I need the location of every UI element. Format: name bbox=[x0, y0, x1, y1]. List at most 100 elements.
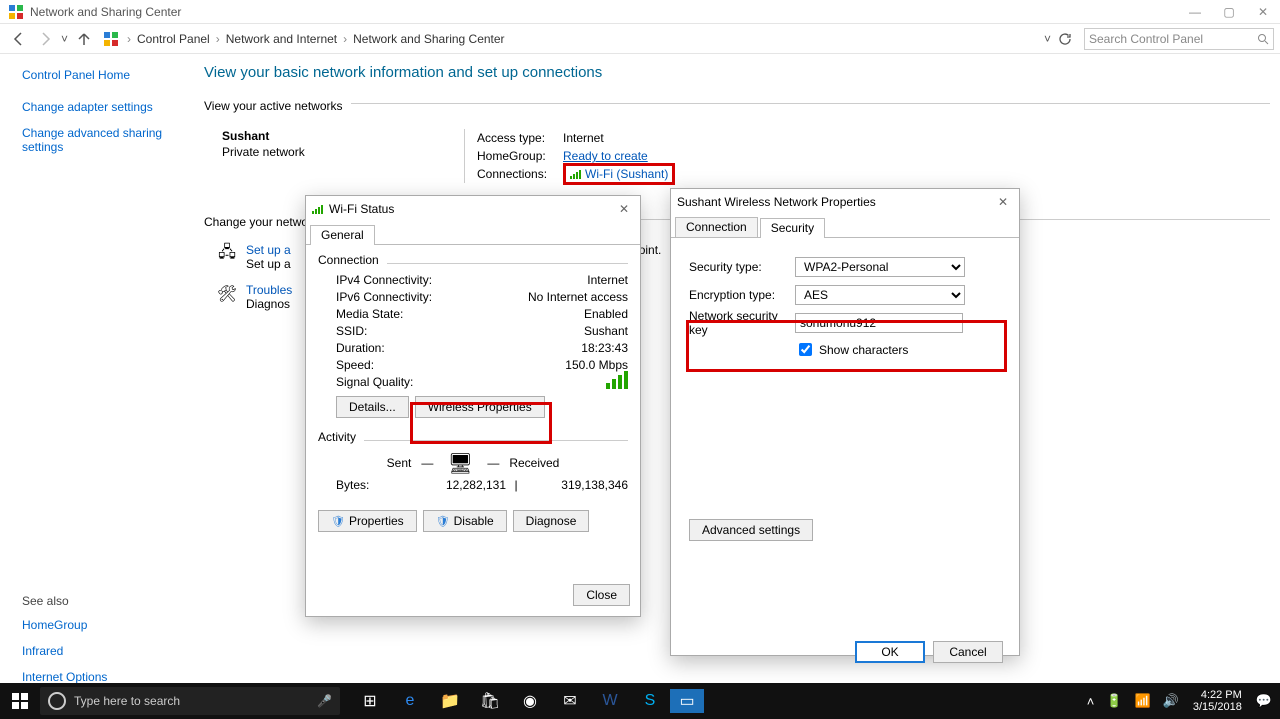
taskbar-clock[interactable]: 4:22 PM 3/15/2018 bbox=[1187, 689, 1248, 713]
input-network-key[interactable] bbox=[795, 313, 963, 333]
taskbar: Type here to search 🎤 ⊞ e 📁 🛍 ◉ ✉ W S ▭ … bbox=[0, 683, 1280, 719]
button-disable[interactable]: Disable bbox=[423, 510, 507, 532]
value-ssid: Sushant bbox=[584, 324, 628, 338]
link-homegroup-ready[interactable]: Ready to create bbox=[563, 149, 648, 163]
nav-up-button[interactable] bbox=[73, 28, 95, 50]
crumb-network-internet[interactable]: Network and Internet bbox=[222, 32, 341, 46]
search-placeholder: Search Control Panel bbox=[1089, 32, 1203, 46]
value-ipv4: Internet bbox=[587, 273, 628, 287]
button-cancel[interactable]: Cancel bbox=[933, 641, 1003, 663]
breadcrumb-sep: › bbox=[125, 32, 133, 46]
button-details[interactable]: Details... bbox=[336, 396, 409, 418]
divider: | bbox=[506, 478, 526, 492]
refresh-button[interactable] bbox=[1054, 28, 1076, 50]
wifi-status-close-icon[interactable]: ✕ bbox=[614, 199, 634, 219]
tray-battery-icon[interactable]: 🔋 bbox=[1102, 683, 1126, 719]
label-signal-quality: Signal Quality: bbox=[336, 375, 606, 389]
taskbar-explorer-icon[interactable]: 📁 bbox=[430, 683, 470, 719]
wifi-signal-icon bbox=[312, 204, 323, 214]
window-titlebar: Network and Sharing Center — ▢ ✕ bbox=[0, 0, 1280, 24]
link-setup-connection[interactable]: Set up a bbox=[246, 243, 291, 257]
select-security-type[interactable]: WPA2-Personal bbox=[795, 257, 965, 277]
breadcrumb-sep: › bbox=[214, 32, 222, 46]
link-troubleshoot[interactable]: Troubles bbox=[246, 283, 292, 297]
taskview-button[interactable]: ⊞ bbox=[350, 683, 390, 719]
maximize-button[interactable]: ▢ bbox=[1212, 0, 1246, 24]
select-encryption-type[interactable]: AES bbox=[795, 285, 965, 305]
wifi-connection-text: Wi-Fi (Sushant) bbox=[585, 167, 668, 181]
wifi-status-dialog: Wi-Fi Status ✕ General Connection IPv4 C… bbox=[305, 195, 641, 617]
taskbar-store-icon[interactable]: 🛍 bbox=[470, 683, 510, 719]
crumb-network-sharing[interactable]: Network and Sharing Center bbox=[349, 32, 508, 46]
value-speed: 150.0 Mbps bbox=[565, 358, 628, 372]
wireless-properties-title: Sushant Wireless Network Properties bbox=[677, 195, 876, 209]
taskbar-word-icon[interactable]: W bbox=[590, 683, 630, 719]
minimize-button[interactable]: — bbox=[1178, 0, 1212, 24]
taskbar-edge-icon[interactable]: e bbox=[390, 683, 430, 719]
breadcrumb-sep: › bbox=[341, 32, 349, 46]
group-connection: Connection bbox=[318, 253, 379, 267]
taskbar-search-placeholder: Type here to search bbox=[74, 694, 180, 708]
nav-history-dropdown[interactable]: ˅ bbox=[58, 32, 71, 46]
link-change-adapter[interactable]: Change adapter settings bbox=[22, 100, 180, 114]
taskbar-mail-icon[interactable]: ✉ bbox=[550, 683, 590, 719]
link-internet-options[interactable]: Internet Options bbox=[22, 670, 180, 684]
close-button[interactable]: ✕ bbox=[1246, 0, 1280, 24]
breadcrumb: › Control Panel › Network and Internet ›… bbox=[125, 32, 1041, 46]
checkbox-show-characters[interactable] bbox=[799, 343, 812, 356]
divider bbox=[364, 440, 628, 441]
taskbar-app-icon[interactable]: ▭ bbox=[670, 689, 704, 713]
taskbar-search-input[interactable]: Type here to search 🎤 bbox=[40, 687, 340, 715]
window-title: Network and Sharing Center bbox=[30, 5, 181, 19]
label-show-characters: Show characters bbox=[819, 343, 908, 357]
wireless-properties-close-icon[interactable]: ✕ bbox=[993, 192, 1013, 212]
taskbar-chrome-icon[interactable]: ◉ bbox=[510, 683, 550, 719]
link-homegroup[interactable]: HomeGroup bbox=[22, 618, 180, 632]
button-advanced-settings[interactable]: Advanced settings bbox=[689, 519, 813, 541]
button-properties[interactable]: Properties bbox=[318, 510, 417, 532]
value-ipv6: No Internet access bbox=[528, 290, 628, 304]
value-bytes-sent: 12,282,131 bbox=[416, 478, 506, 492]
tray-volume-icon[interactable]: 🔊 bbox=[1159, 683, 1183, 719]
button-close[interactable]: Close bbox=[573, 584, 630, 606]
text-fragment: oint. bbox=[639, 243, 662, 271]
address-dropdown[interactable]: ˅ bbox=[1041, 32, 1054, 46]
setup-connection-desc: Set up a bbox=[246, 257, 291, 271]
path-root-icon[interactable] bbox=[103, 31, 119, 47]
network-type: Private network bbox=[222, 145, 464, 159]
pc-activity-icon: 🖥 bbox=[443, 450, 477, 476]
tab-connection[interactable]: Connection bbox=[675, 217, 758, 237]
taskbar-skype-icon[interactable]: S bbox=[630, 683, 670, 719]
tray-chevron-up-icon[interactable]: ˄ bbox=[1083, 683, 1099, 719]
label-ipv6: IPv6 Connectivity: bbox=[336, 290, 528, 304]
nav-forward-button[interactable] bbox=[34, 28, 56, 50]
value-duration: 18:23:43 bbox=[581, 341, 628, 355]
signal-bars-icon bbox=[606, 371, 628, 389]
tray-wifi-icon[interactable]: 📶 bbox=[1131, 683, 1155, 719]
label-access-type: Access type: bbox=[477, 131, 563, 145]
start-button[interactable] bbox=[0, 683, 40, 719]
label-duration: Duration: bbox=[336, 341, 581, 355]
value-bytes-recv: 319,138,346 bbox=[526, 478, 628, 492]
link-change-advanced-sharing[interactable]: Change advanced sharing settings bbox=[22, 126, 180, 154]
wifi-signal-icon bbox=[570, 169, 581, 179]
link-cp-home[interactable]: Control Panel Home bbox=[22, 68, 180, 82]
nav-back-button[interactable] bbox=[8, 28, 30, 50]
label-security-type: Security type: bbox=[689, 260, 789, 274]
crumb-control-panel[interactable]: Control Panel bbox=[133, 32, 214, 46]
mic-icon[interactable]: 🎤 bbox=[317, 694, 332, 708]
link-wifi-connection[interactable]: Wi-Fi (Sushant) bbox=[563, 163, 675, 185]
link-infrared[interactable]: Infrared bbox=[22, 644, 180, 658]
button-ok[interactable]: OK bbox=[855, 641, 925, 663]
button-wireless-properties[interactable]: Wireless Properties bbox=[415, 396, 545, 418]
tab-security[interactable]: Security bbox=[760, 218, 825, 238]
tray-notifications-icon[interactable]: 💬 bbox=[1252, 683, 1276, 719]
button-diagnose[interactable]: Diagnose bbox=[513, 510, 590, 532]
group-activity: Activity bbox=[318, 430, 356, 444]
label-sent: Sent bbox=[387, 456, 412, 470]
search-control-panel-input[interactable]: Search Control Panel bbox=[1084, 28, 1274, 50]
tab-general[interactable]: General bbox=[310, 225, 375, 245]
value-access-type: Internet bbox=[563, 131, 604, 145]
clock-time: 4:22 PM bbox=[1193, 689, 1242, 701]
navbar: ˅ › Control Panel › Network and Internet… bbox=[0, 24, 1280, 54]
